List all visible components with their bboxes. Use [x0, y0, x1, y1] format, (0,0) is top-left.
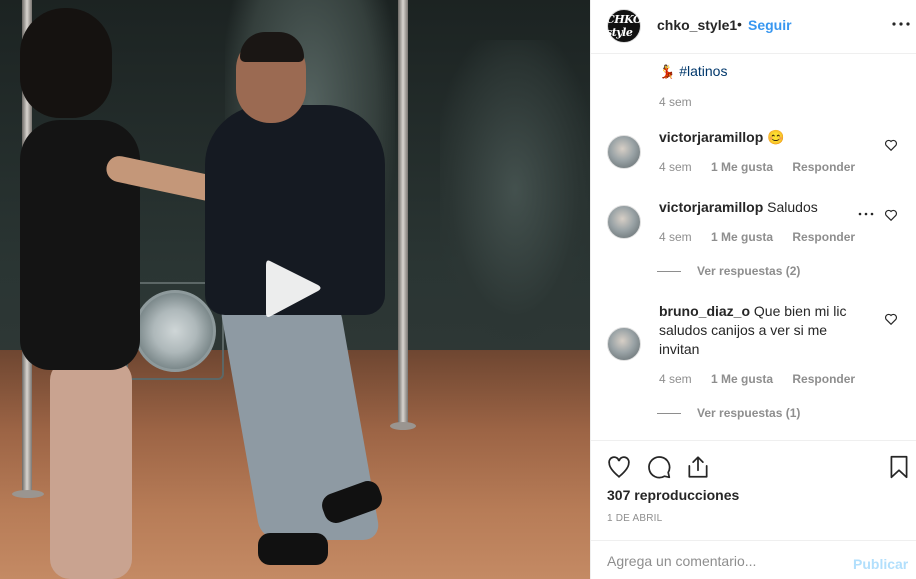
comment-likes[interactable]: 1 Me gusta — [711, 372, 773, 386]
replies-divider-line — [657, 271, 681, 273]
like-heart-icon[interactable] — [884, 312, 898, 326]
header-separator: • — [737, 16, 742, 32]
comment-body: 😊 — [767, 129, 785, 145]
commenter-username[interactable]: victorjaramillop — [659, 199, 763, 215]
view-count[interactable]: 307 reproducciones — [607, 487, 739, 503]
view-replies-button[interactable]: Ver respuestas (2) — [657, 264, 800, 278]
comment-bubble-icon[interactable] — [646, 454, 672, 480]
comment-options-icon[interactable] — [856, 207, 876, 221]
more-options-icon[interactable] — [889, 12, 913, 36]
follow-button[interactable]: Seguir — [748, 17, 792, 33]
view-replies-label: Ver respuestas (1) — [697, 406, 801, 420]
share-icon[interactable] — [685, 454, 711, 480]
commenter-username[interactable]: victorjaramillop — [659, 129, 763, 145]
comment-meta: 4 sem 1 Me gusta Responder — [659, 160, 855, 174]
dancer-man-shoe — [258, 533, 328, 565]
hashtag-link[interactable]: #latinos — [679, 63, 727, 79]
comment-meta: 4 sem 1 Me gusta Responder — [659, 372, 855, 386]
comments-list[interactable]: 💃 #latinos 4 sem victorjaramillop 😊 4 sem… — [591, 55, 916, 440]
caption-timestamp: 4 sem — [659, 95, 692, 109]
play-button[interactable] — [260, 255, 326, 321]
wall-mural-right — [440, 40, 590, 340]
comment-text: victorjaramillop Saludos — [659, 198, 864, 217]
post-actions: 307 reproducciones 1 DE ABRIL — [591, 440, 916, 540]
comment-text: victorjaramillop 😊 — [659, 128, 864, 147]
comment-time: 4 sem — [659, 230, 692, 244]
comment-time: 4 sem — [659, 372, 692, 386]
bookmark-icon[interactable] — [886, 454, 912, 480]
floor-fan — [134, 290, 216, 372]
comment-likes[interactable]: 1 Me gusta — [711, 230, 773, 244]
reply-button[interactable]: Responder — [792, 230, 855, 244]
comment-text: bruno_diaz_o Que bien mi lic saludos can… — [659, 302, 864, 359]
caption-text: 💃 #latinos — [659, 63, 727, 80]
profile-avatar[interactable]: CHKO style — [606, 9, 643, 43]
dancer-woman-head — [20, 8, 112, 118]
post-date: 1 DE ABRIL — [607, 513, 663, 524]
video-player[interactable] — [0, 0, 590, 579]
add-comment-bar: Publicar — [591, 540, 916, 579]
like-heart-icon[interactable] — [884, 208, 898, 222]
commenter-avatar[interactable] — [607, 327, 641, 361]
post-author-username[interactable]: chko_style1 — [657, 17, 737, 33]
pole-base-right — [390, 422, 416, 430]
post-side-panel: CHKO style chko_style1 • Seguir 💃 #latino… — [590, 0, 916, 579]
play-icon — [266, 260, 321, 317]
avatar-logo-text: CHKO style — [606, 13, 643, 39]
commenter-avatar[interactable] — [607, 135, 641, 169]
comment-likes[interactable]: 1 Me gusta — [711, 160, 773, 174]
dance-pole-right — [398, 0, 408, 425]
commenter-username[interactable]: bruno_diaz_o — [659, 303, 750, 319]
reply-button[interactable]: Responder — [792, 160, 855, 174]
replies-divider-line — [657, 413, 681, 415]
comment-meta: 4 sem 1 Me gusta Responder — [659, 230, 855, 244]
dancer-man-hair — [240, 32, 304, 62]
pole-base-left — [12, 490, 44, 498]
view-replies-label: Ver respuestas (2) — [697, 264, 801, 278]
dancer-emoji-icon: 💃 — [659, 64, 676, 79]
publish-button[interactable]: Publicar — [853, 556, 908, 572]
post-header: CHKO style chko_style1 • Seguir — [591, 0, 916, 54]
view-replies-button[interactable]: Ver respuestas (1) — [657, 406, 800, 420]
comment-body: Saludos — [767, 199, 818, 215]
like-heart-icon[interactable] — [606, 454, 632, 480]
commenter-avatar[interactable] — [607, 205, 641, 239]
like-heart-icon[interactable] — [884, 138, 898, 152]
comment-time: 4 sem — [659, 160, 692, 174]
comment-input[interactable] — [607, 549, 837, 573]
reply-button[interactable]: Responder — [792, 372, 855, 386]
dancer-woman-legs — [50, 360, 132, 579]
